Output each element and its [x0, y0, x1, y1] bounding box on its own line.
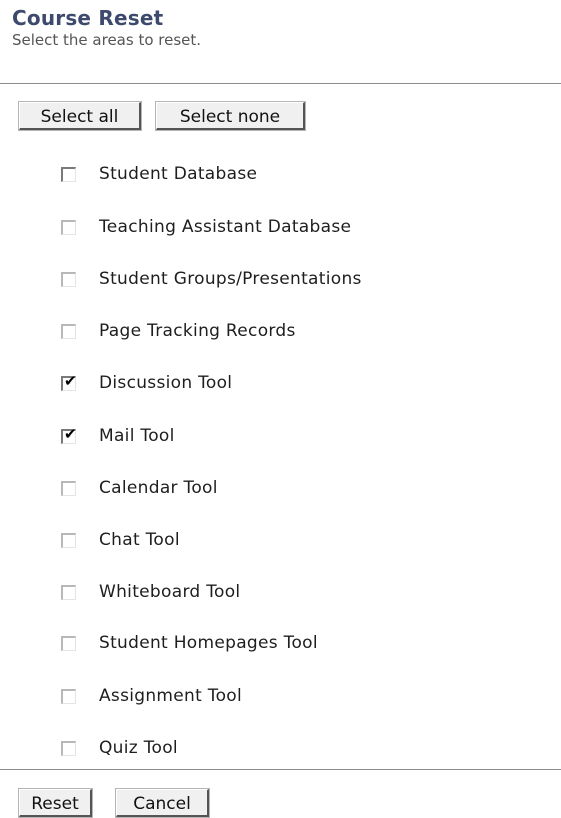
- option-mail-tool[interactable]: ✔ Mail Tool: [61, 424, 175, 448]
- option-label: Teaching Assistant Database: [99, 217, 352, 237]
- select-all-button[interactable]: Select all: [18, 101, 142, 131]
- checkbox[interactable]: [61, 271, 76, 287]
- option-discussion-tool[interactable]: ✔ Discussion Tool: [61, 371, 232, 395]
- page-title: Course Reset: [12, 6, 164, 30]
- option-label: Quiz Tool: [99, 738, 178, 758]
- option-whiteboard-tool[interactable]: Whiteboard Tool: [61, 580, 240, 604]
- option-student-database[interactable]: Student Database: [61, 162, 257, 186]
- option-label: Student Database: [99, 164, 258, 184]
- option-label: Discussion Tool: [99, 373, 233, 393]
- page-subtitle: Select the areas to reset.: [12, 31, 202, 49]
- option-label: Chat Tool: [99, 530, 180, 550]
- top-divider: [0, 83, 561, 84]
- option-page-tracking-records[interactable]: Page Tracking Records: [61, 319, 296, 343]
- checkbox[interactable]: [61, 532, 76, 548]
- checkbox[interactable]: [61, 480, 76, 496]
- option-calendar-tool[interactable]: Calendar Tool: [61, 476, 218, 500]
- checkmark-icon: ✔: [64, 424, 77, 443]
- option-chat-tool[interactable]: Chat Tool: [61, 528, 180, 552]
- option-quiz-tool[interactable]: Quiz Tool: [61, 736, 178, 760]
- checkbox[interactable]: ✔: [61, 371, 77, 391]
- header: Course Reset Select the areas to reset.: [12, 6, 201, 49]
- option-label: Whiteboard Tool: [99, 582, 241, 602]
- checkbox[interactable]: [61, 688, 76, 704]
- checkbox[interactable]: [61, 166, 76, 182]
- option-assignment-tool[interactable]: Assignment Tool: [61, 684, 242, 708]
- checkbox[interactable]: ✔: [61, 424, 77, 444]
- option-label: Student Homepages Tool: [99, 633, 318, 653]
- checkbox[interactable]: [61, 219, 76, 235]
- option-label: Student Groups/Presentations: [99, 269, 362, 289]
- reset-button[interactable]: Reset: [18, 788, 93, 818]
- cancel-button[interactable]: Cancel: [115, 788, 210, 818]
- checkbox[interactable]: [61, 635, 76, 651]
- checkbox[interactable]: [61, 323, 76, 339]
- option-label: Mail Tool: [99, 426, 175, 446]
- option-label: Assignment Tool: [99, 686, 243, 706]
- bottom-divider: [0, 769, 561, 770]
- checkmark-icon: ✔: [64, 371, 77, 390]
- checkbox[interactable]: [61, 584, 76, 600]
- checkbox[interactable]: [61, 740, 76, 756]
- option-teaching-assistant-database[interactable]: Teaching Assistant Database: [61, 215, 351, 239]
- option-label: Calendar Tool: [99, 478, 218, 498]
- option-label: Page Tracking Records: [99, 321, 296, 341]
- option-student-groups-presentations[interactable]: Student Groups/Presentations: [61, 267, 362, 291]
- select-none-button[interactable]: Select none: [155, 101, 306, 131]
- option-student-homepages-tool[interactable]: Student Homepages Tool: [61, 631, 318, 655]
